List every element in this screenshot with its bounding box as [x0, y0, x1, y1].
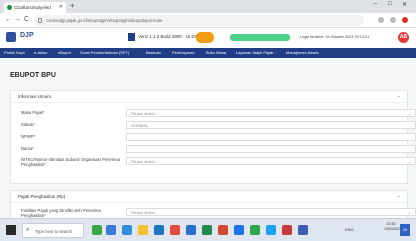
version-text: Versi 1.1.2 Build 2800 - UI.DO - — [138, 34, 202, 39]
chevron-down-icon: ⌄ — [407, 111, 411, 116]
status-value: NORMAL — [131, 123, 149, 128]
section-title: Informasi Umum — [18, 94, 52, 99]
edge-icon[interactable] — [122, 225, 132, 235]
menu-efaktur[interactable]: e-faktur — [34, 48, 48, 58]
menu-spt[interactable]: Surat Pemberitahuan (SPT) — [80, 48, 129, 58]
minimize-button[interactable]: – — [374, 1, 377, 7]
page-title: EBUPOT BPU — [10, 72, 56, 79]
clock[interactable]: 10:33 19/10/2023 — [384, 222, 402, 238]
nitku-value: Please select — [131, 159, 155, 164]
browser-tabbar: CDaftarsimplyeled ✕ + – □ ✕ — [0, 0, 416, 13]
taskbar-search-input[interactable]: ⌕ Type here to search — [22, 223, 84, 238]
excel-icon[interactable] — [202, 225, 212, 235]
search-placeholder: Type here to search — [35, 229, 73, 234]
fasilitas-pajak-select[interactable]: Please select ⌄ — [126, 208, 416, 216]
menu-bantuan[interactable]: Bantuan — [146, 48, 161, 58]
logo-text: DJP — [20, 32, 34, 39]
fasilitas-pajak-value: Please select — [131, 210, 155, 215]
close-tab-icon[interactable]: ✕ — [59, 2, 63, 13]
powerpoint-icon[interactable] — [218, 225, 228, 235]
menu-portal-saya[interactable]: Portal Saya — [4, 48, 25, 58]
app-icon[interactable] — [92, 225, 102, 235]
system-tray[interactable]: ENG — [345, 223, 354, 237]
notification-badge[interactable] — [196, 32, 214, 43]
section-header[interactable]: Pajak Penghasilan (Rp) ⌄ — [11, 191, 407, 203]
bookmark-icon[interactable] — [378, 17, 384, 23]
favicon-icon — [7, 5, 12, 10]
clock-date: 19/10/2023 — [384, 227, 402, 231]
login-info: Login terakhir: 19 Oktober 2023 20:13:01 — [300, 35, 370, 39]
nama-label: Nama* — [21, 146, 34, 151]
forward-button[interactable]: → — [14, 16, 21, 23]
user-name-bar — [230, 34, 290, 41]
browser-tab[interactable]: CDaftarsimplyeled ✕ — [4, 2, 66, 13]
maximize-button[interactable]: □ — [388, 1, 392, 7]
menu-pembayaran[interactable]: Pembayaran — [172, 48, 195, 58]
version-icon — [128, 33, 135, 41]
close-window-button[interactable]: ✕ — [402, 1, 407, 8]
menu-layanan-wp[interactable]: Layanan Wajib Pajak — [236, 48, 273, 58]
app-header: DJP Versi 1.1.2 Build 2800 - UI.DO - Log… — [0, 28, 416, 48]
menu-ebupot[interactable]: eBupot — [58, 48, 71, 58]
app-icon[interactable] — [250, 225, 260, 235]
search-icon: ⌕ — [26, 227, 30, 233]
npwp-label: NPWP* — [21, 134, 36, 139]
masa-pajak-label: Masa Pajak* — [21, 110, 45, 115]
app-icon[interactable] — [234, 225, 244, 235]
address-bar-row: ← → C coretaxdjp.pajak.go.id/ebupotpph/e… — [0, 13, 416, 28]
nitku-label: NITKU/Nomor Identitas Subunit Organisasi… — [21, 157, 120, 167]
npwp-field[interactable] — [126, 133, 416, 141]
nama-field[interactable] — [126, 145, 416, 153]
word-icon[interactable] — [186, 225, 196, 235]
windows-start-icon[interactable] — [6, 225, 16, 235]
file-explorer-icon[interactable] — [138, 225, 148, 235]
app-icon[interactable] — [282, 225, 292, 235]
extensions-icon[interactable] — [390, 17, 396, 23]
profile-icon[interactable] — [402, 17, 408, 23]
status-field[interactable]: NORMAL — [126, 121, 416, 129]
main-menu: Portal Saya e-faktur eBupot Surat Pember… — [0, 48, 416, 58]
lock-icon — [38, 18, 42, 23]
url-input[interactable]: coretaxdjp.pajak.go.id/ebupotpph/ebupotp… — [34, 15, 364, 26]
menu-buku-besar[interactable]: Buku Besar — [206, 48, 227, 58]
djp-logo — [6, 32, 16, 42]
tab-title: CDaftarsimplyeled — [14, 5, 51, 10]
section-header[interactable]: Informasi Umum ⌄ — [11, 91, 407, 103]
chevron-down-icon: ⌄ — [407, 210, 411, 215]
chevron-down-icon[interactable]: ⌄ — [397, 93, 401, 99]
avatar[interactable]: AB — [398, 32, 409, 43]
nitku-select[interactable]: Please select ⌄ — [126, 157, 416, 165]
app-icon[interactable] — [298, 225, 308, 235]
store-icon[interactable] — [154, 225, 164, 235]
section-title: Pajak Penghasilan (Rp) — [18, 194, 66, 199]
chevron-down-icon[interactable]: ⌄ — [397, 193, 401, 199]
menu-manajemen-akses[interactable]: Manajemen Akses — [286, 48, 319, 58]
task-view-icon[interactable] — [106, 225, 116, 235]
reload-button[interactable]: C — [24, 16, 29, 23]
status-label: Status* — [21, 122, 35, 127]
url-text: coretaxdjp.pajak.go.id/ebupotpph/ebupotp… — [46, 18, 163, 23]
back-button[interactable]: ← — [5, 16, 12, 23]
notification-center-icon[interactable]: 20 — [400, 224, 410, 236]
masa-pajak-select[interactable]: Please select ⌄ — [126, 109, 416, 117]
chevron-down-icon: ⌄ — [407, 159, 411, 164]
page-content: EBUPOT BPU Informasi Umum ⌄ Masa Pajak* … — [0, 58, 416, 230]
masa-pajak-value: Please select — [131, 111, 155, 116]
new-tab-button[interactable]: + — [70, 1, 75, 10]
taskbar: ⌕ Type here to search ENG 10:33 19/10/20… — [0, 218, 416, 241]
section-informasi-umum: Informasi Umum ⌄ Masa Pajak* Please sele… — [10, 90, 416, 184]
fasilitas-pajak-label: Fasilitas Pajak yang Dimiliki oleh Pener… — [21, 208, 101, 218]
app-icon[interactable] — [266, 225, 276, 235]
chrome-icon[interactable] — [170, 225, 180, 235]
